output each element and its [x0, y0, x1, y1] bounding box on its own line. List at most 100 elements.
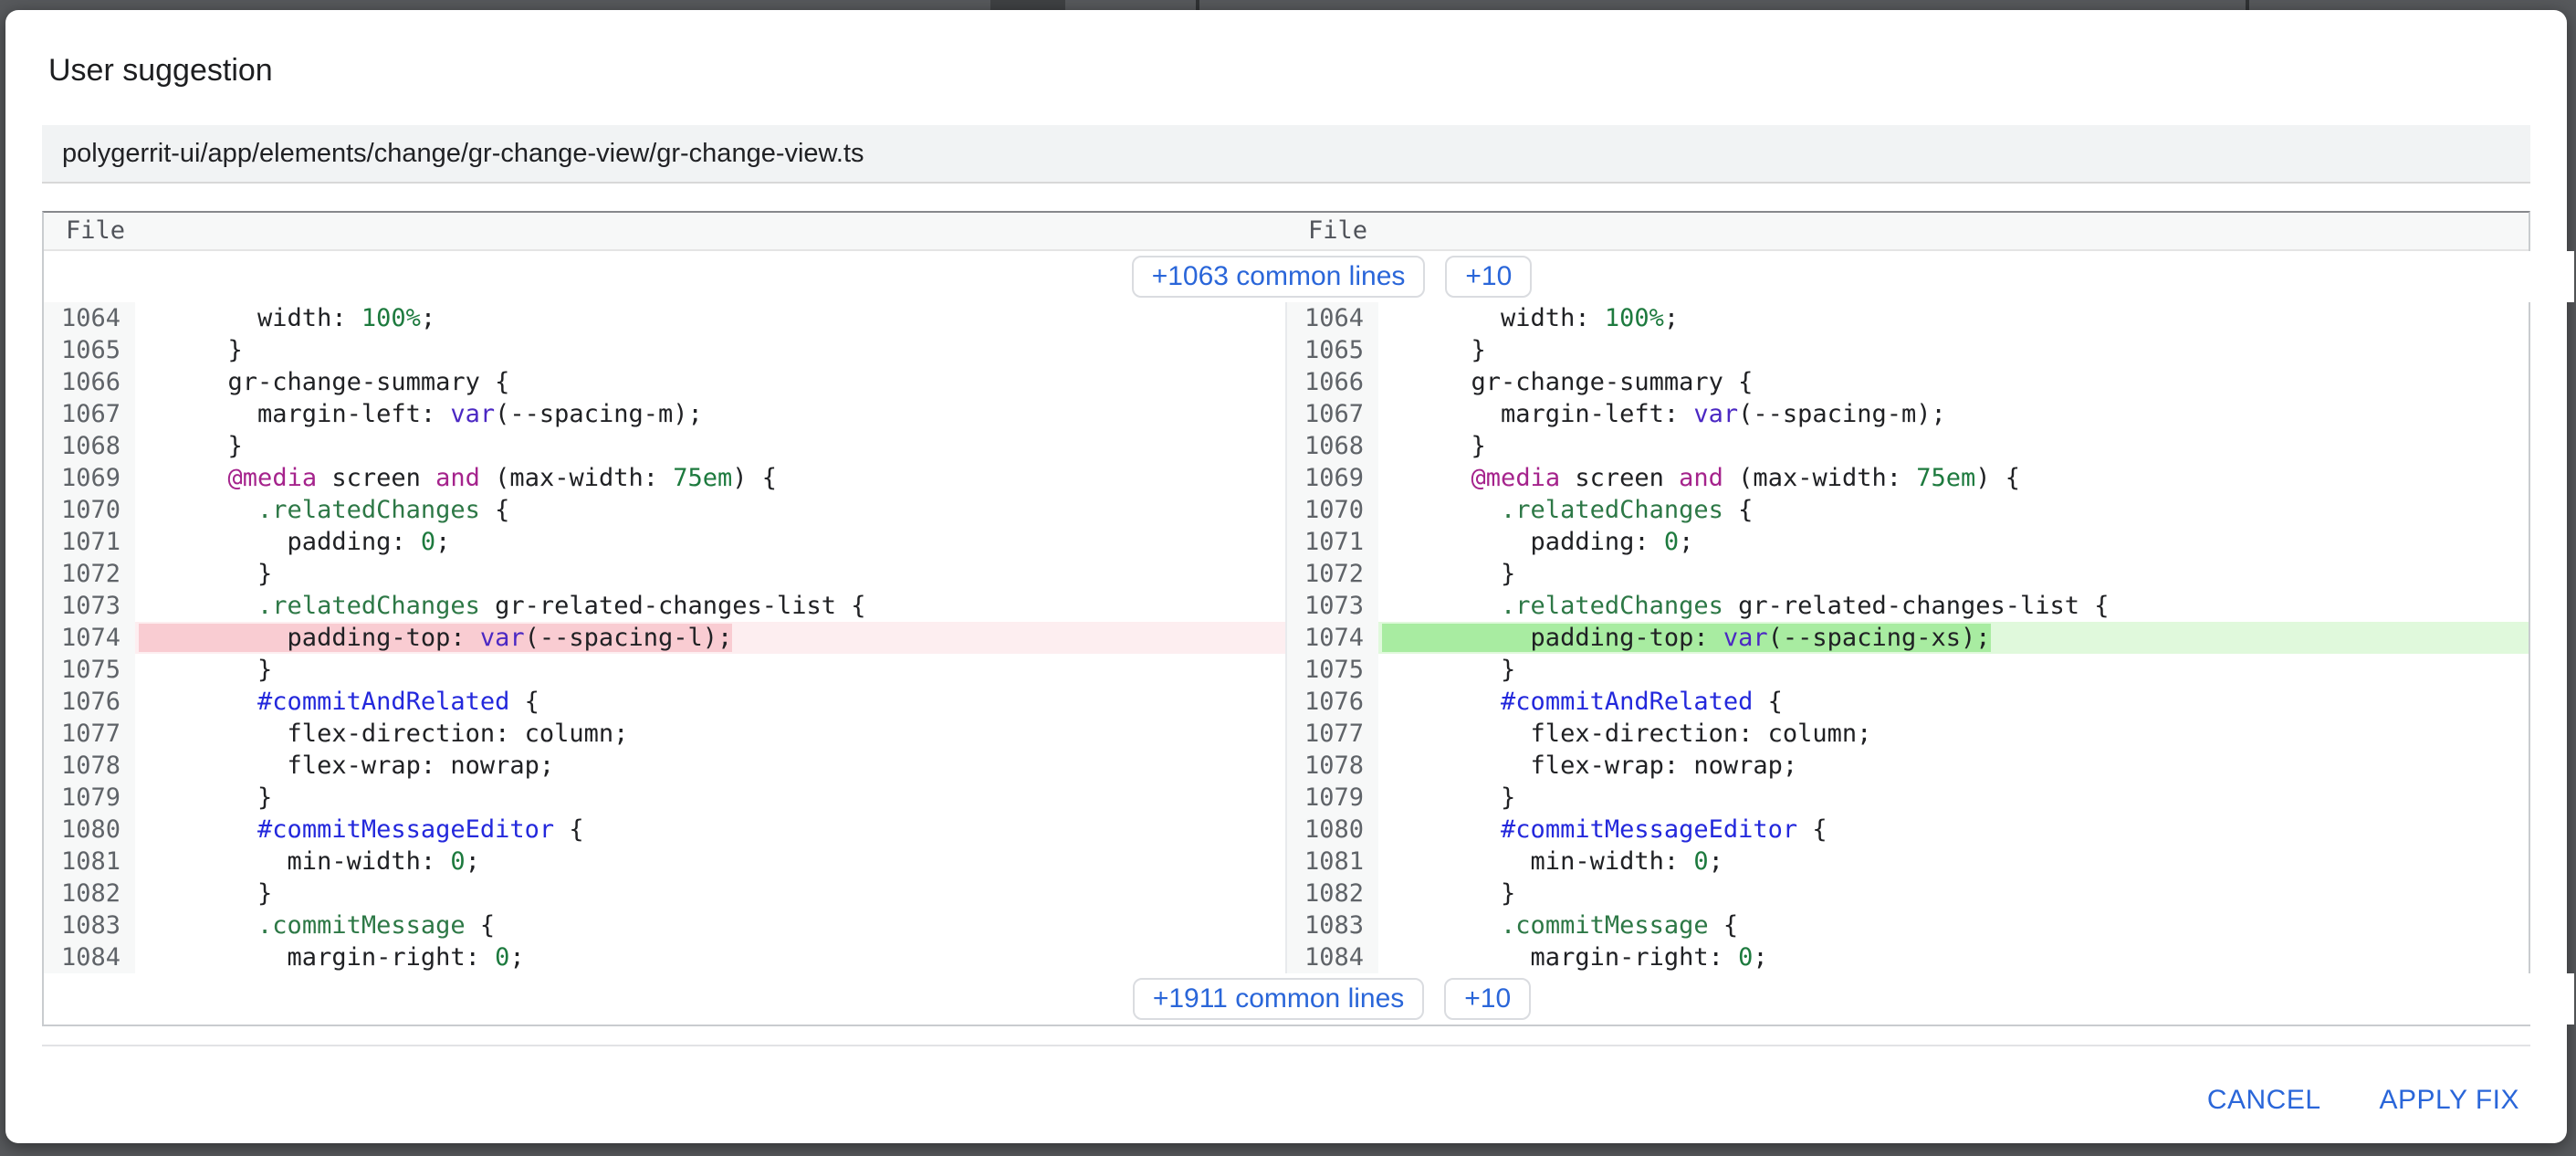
dialog-footer: CANCEL APPLY FIX [5, 1046, 2567, 1123]
file-path: polygerrit-ui/app/elements/change/gr-cha… [62, 139, 864, 168]
diff-row: 1075 }1075 } [44, 654, 2529, 686]
line-number-right[interactable]: 1081 [1285, 846, 1378, 878]
line-number-left[interactable]: 1070 [44, 494, 135, 526]
diff-row: 1076 #commitAndRelated {1076 #commitAndR… [44, 686, 2529, 718]
line-number-left[interactable]: 1065 [44, 334, 135, 366]
diff-header-right: File [1286, 213, 2529, 249]
line-number-left[interactable]: 1073 [44, 590, 135, 622]
code-line-left: .relatedChanges { [135, 494, 1285, 526]
cancel-button[interactable]: CANCEL [2202, 1077, 2327, 1123]
background-window-artifact [990, 0, 1065, 10]
line-number-left[interactable]: 1067 [44, 398, 135, 430]
expand-common-lines-button-top[interactable]: +1063 common lines [1132, 256, 1426, 298]
code-line-right: } [1378, 654, 2529, 686]
line-number-left[interactable]: 1082 [44, 878, 135, 909]
background-window-divider [1196, 0, 1199, 10]
diff-row: 1067 margin-left: var(--spacing-m);1067 … [44, 398, 2529, 430]
line-number-left[interactable]: 1083 [44, 909, 135, 941]
code-line-left: } [135, 878, 1285, 909]
code-line-right: .relatedChanges gr-related-changes-list … [1378, 590, 2529, 622]
code-line-left: margin-left: var(--spacing-m); [135, 398, 1285, 430]
background-window-divider [2246, 0, 2249, 10]
diff-row: 1073 .relatedChanges gr-related-changes-… [44, 590, 2529, 622]
code-line-left: @media screen and (max-width: 75em) { [135, 462, 1285, 494]
line-number-right[interactable]: 1069 [1285, 462, 1378, 494]
line-number-right[interactable]: 1066 [1285, 366, 1378, 398]
line-number-left[interactable]: 1079 [44, 782, 135, 814]
diff-row: 1082 }1082 } [44, 878, 2529, 909]
code-line-right: padding: 0; [1378, 526, 2529, 558]
code-line-right: margin-left: var(--spacing-m); [1378, 398, 2529, 430]
line-number-right[interactable]: 1064 [1285, 302, 1378, 334]
expand-ten-lines-button-bottom[interactable]: +10 [1444, 978, 1531, 1020]
line-number-right[interactable]: 1083 [1285, 909, 1378, 941]
diff-row: 1077 flex-direction: column;1077 flex-di… [44, 718, 2529, 750]
code-line-right: flex-direction: column; [1378, 718, 2529, 750]
diff-header-left: File [44, 213, 1286, 249]
line-number-left[interactable]: 1074 [44, 622, 135, 654]
expand-common-lines-button-bottom[interactable]: +1911 common lines [1133, 978, 1424, 1020]
line-number-left[interactable]: 1064 [44, 302, 135, 334]
line-number-left[interactable]: 1075 [44, 654, 135, 686]
diff-row: 1065 }1065 } [44, 334, 2529, 366]
line-number-left[interactable]: 1080 [44, 814, 135, 846]
line-number-right[interactable]: 1077 [1285, 718, 1378, 750]
line-number-right[interactable]: 1079 [1285, 782, 1378, 814]
code-line-left: } [135, 782, 1285, 814]
diff-row: 1069 @media screen and (max-width: 75em)… [44, 462, 2529, 494]
expand-ten-lines-button-top[interactable]: +10 [1445, 256, 1532, 298]
line-number-left[interactable]: 1071 [44, 526, 135, 558]
code-line-left: padding-top: var(--spacing-l); [135, 622, 1285, 654]
diff-table: File File +1063 common lines +10 1064 widt… [42, 211, 2530, 1026]
apply-fix-button[interactable]: APPLY FIX [2374, 1077, 2525, 1123]
line-number-left[interactable]: 1076 [44, 686, 135, 718]
diff-row: 1064 width: 100%;1064 width: 100%; [44, 302, 2529, 334]
diff-row: 1084 margin-right: 0;1084 margin-right: … [44, 941, 2529, 973]
code-line-left: } [135, 334, 1285, 366]
code-line-left: width: 100%; [135, 302, 1285, 334]
code-line-right: @media screen and (max-width: 75em) { [1378, 462, 2529, 494]
code-line-right: margin-right: 0; [1378, 941, 2529, 973]
diff-row: 1066 gr-change-summary {1066 gr-change-s… [44, 366, 2529, 398]
code-line-left: gr-change-summary { [135, 366, 1285, 398]
code-line-right: } [1378, 334, 2529, 366]
line-number-right[interactable]: 1080 [1285, 814, 1378, 846]
expander-row-bottom: +1911 common lines +10 [89, 973, 2574, 1025]
line-number-right[interactable]: 1071 [1285, 526, 1378, 558]
diff-row: 1080 #commitMessageEditor {1080 #commitM… [44, 814, 2529, 846]
line-number-left[interactable]: 1068 [44, 430, 135, 462]
line-number-right[interactable]: 1084 [1285, 941, 1378, 973]
code-line-right: } [1378, 558, 2529, 590]
code-line-right: flex-wrap: nowrap; [1378, 750, 2529, 782]
line-number-right[interactable]: 1075 [1285, 654, 1378, 686]
expander-row-top: +1063 common lines +10 [89, 251, 2574, 302]
line-number-right[interactable]: 1065 [1285, 334, 1378, 366]
diff-row: 1078 flex-wrap: nowrap;1078 flex-wrap: n… [44, 750, 2529, 782]
diff-body: +1063 common lines+101064 width: 100%;10… [44, 251, 2529, 1025]
line-number-left[interactable]: 1084 [44, 941, 135, 973]
code-line-left: flex-direction: column; [135, 718, 1285, 750]
user-suggestion-dialog: User suggestion polygerrit-ui/app/elemen… [5, 10, 2567, 1143]
line-number-left[interactable]: 1066 [44, 366, 135, 398]
line-number-right[interactable]: 1082 [1285, 878, 1378, 909]
code-line-left: margin-right: 0; [135, 941, 1285, 973]
line-number-right[interactable]: 1067 [1285, 398, 1378, 430]
diff-row: 1083 .commitMessage {1083 .commitMessage… [44, 909, 2529, 941]
line-number-left[interactable]: 1077 [44, 718, 135, 750]
code-line-left: flex-wrap: nowrap; [135, 750, 1285, 782]
line-number-right[interactable]: 1073 [1285, 590, 1378, 622]
line-number-left[interactable]: 1078 [44, 750, 135, 782]
line-number-right[interactable]: 1070 [1285, 494, 1378, 526]
line-number-left[interactable]: 1072 [44, 558, 135, 590]
dialog-title: User suggestion [48, 52, 2567, 89]
line-number-right[interactable]: 1078 [1285, 750, 1378, 782]
line-number-left[interactable]: 1069 [44, 462, 135, 494]
code-line-right: padding-top: var(--spacing-xs); [1378, 622, 2529, 654]
line-number-right[interactable]: 1072 [1285, 558, 1378, 590]
line-number-right[interactable]: 1068 [1285, 430, 1378, 462]
diff-row: 1068 }1068 } [44, 430, 2529, 462]
line-number-left[interactable]: 1081 [44, 846, 135, 878]
line-number-right[interactable]: 1076 [1285, 686, 1378, 718]
line-number-right[interactable]: 1074 [1285, 622, 1378, 654]
code-line-left: #commitMessageEditor { [135, 814, 1285, 846]
